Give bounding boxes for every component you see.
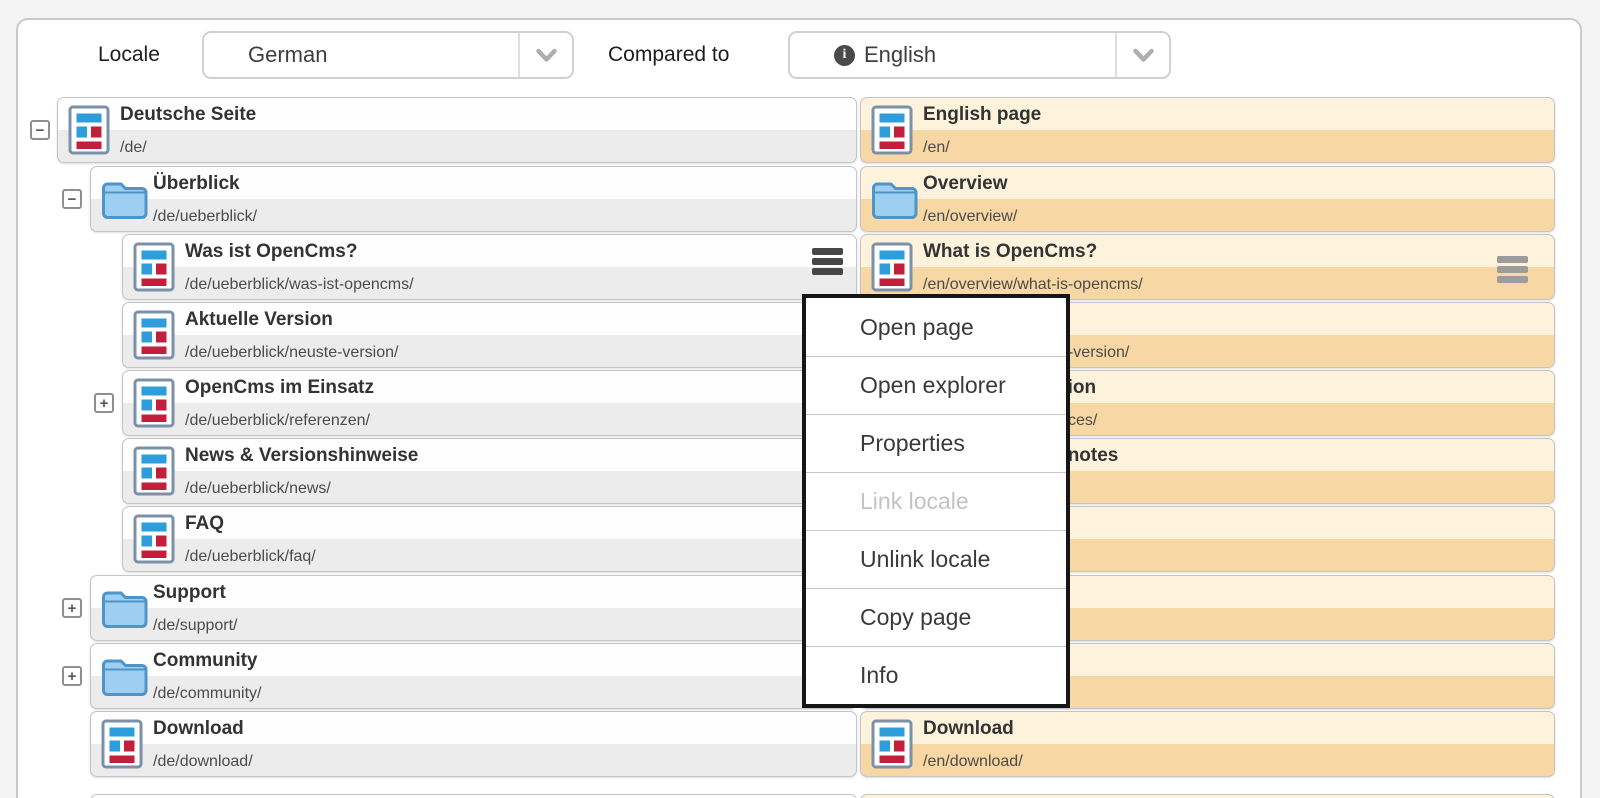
tree-row: + Support /de/support/ Support /en/suppo… [18, 575, 1580, 641]
menu-item-link-locale: Link locale [806, 472, 1066, 530]
page-path: /de/community/ [153, 677, 808, 708]
tree-row: Aktuelle Version /de/ueberblick/neuste-v… [18, 302, 1580, 368]
page-path: /de/ueberblick/neuste-version/ [185, 336, 808, 367]
locale-page-card-left[interactable]: Deutsche Seite /de/ [57, 97, 857, 163]
locale-page-card-left[interactable]: Support /de/support/ [90, 575, 857, 641]
locale-page-card-left[interactable]: Was ist OpenCms? /de/ueberblick/was-ist-… [122, 234, 857, 300]
tree-row: + Community /de/community/ Community /en… [18, 643, 1580, 709]
locale-page-card-left[interactable] [90, 794, 857, 798]
page-path: /en/download/ [923, 745, 1506, 776]
page-title: What is OpenCms? [923, 235, 1506, 268]
expander-minus-toggle[interactable]: − [30, 120, 50, 140]
menu-item-properties[interactable]: Properties [806, 414, 1066, 472]
tree-row: − Deutsche Seite /de/ English page /en/ [18, 97, 1580, 163]
page-path: /de/support/ [153, 609, 808, 640]
menu-item-info[interactable]: Info [806, 646, 1066, 704]
containerpage-icon [133, 378, 175, 428]
page-title: News & Versionshinweise [185, 439, 808, 472]
page-title: Was ist OpenCms? [185, 235, 808, 268]
locale-page-card-right[interactable]: Overview /en/overview/ [860, 166, 1555, 232]
folder-icon [101, 588, 148, 628]
hamburger-menu-icon[interactable] [1497, 256, 1528, 283]
locale-page-card-left[interactable]: News & Versionshinweise /de/ueberblick/n… [122, 438, 857, 504]
locale-page-card-right[interactable]: English page /en/ [860, 97, 1555, 163]
expander-plus-toggle[interactable]: + [94, 393, 114, 413]
containerpage-icon [101, 719, 143, 769]
page-path: /de/ueberblick/referenzen/ [185, 404, 808, 435]
locale-page-card-right[interactable]: Download /en/download/ [860, 711, 1555, 777]
tree-row: FAQ /de/ueberblick/faq/ FAQ /en/overview… [18, 506, 1580, 572]
page-path: /en/ [923, 131, 1506, 162]
containerpage-icon [871, 242, 913, 292]
containerpage-icon [871, 105, 913, 155]
page-title: Aktuelle Version [185, 303, 808, 336]
menu-item-unlink-locale[interactable]: Unlink locale [806, 530, 1066, 588]
menu-item-open-page[interactable]: Open page [806, 298, 1066, 356]
page-title: OpenCms im Einsatz [185, 371, 808, 404]
menu-item-copy-page[interactable]: Copy page [806, 588, 1066, 646]
menu-item-open-explorer[interactable]: Open explorer [806, 356, 1066, 414]
page-path: /de/ueberblick/ [153, 200, 808, 231]
page-title: Community [153, 644, 808, 677]
containerpage-icon [871, 719, 913, 769]
expander-plus-toggle[interactable]: + [62, 598, 82, 618]
locale-page-card-left[interactable]: OpenCms im Einsatz /de/ueberblick/refere… [122, 370, 857, 436]
locale-page-card-left[interactable]: FAQ /de/ueberblick/faq/ [122, 506, 857, 572]
tree-row: Was ist OpenCms? /de/ueberblick/was-ist-… [18, 234, 1580, 300]
tree-row [18, 794, 1580, 798]
page-title: FAQ [185, 507, 808, 540]
folder-icon [101, 179, 148, 219]
page-path: /de/ueberblick/faq/ [185, 540, 808, 571]
folder-icon [101, 656, 148, 696]
page-title: Download [923, 712, 1506, 745]
page-title: Deutsche Seite [120, 98, 808, 131]
hamburger-menu-icon[interactable] [812, 248, 843, 275]
locale-page-card-left[interactable]: Überblick /de/ueberblick/ [90, 166, 857, 232]
sitemap-tree: − Deutsche Seite /de/ English page /en/ … [18, 20, 1580, 798]
page-path: /en/overview/ [923, 200, 1506, 231]
locale-comparison-panel: Locale German Compared to i English − De… [16, 18, 1582, 798]
page-title: Overview [923, 167, 1506, 200]
page-path: /de/ueberblick/news/ [185, 472, 808, 503]
page-path: /de/ [120, 131, 808, 162]
locale-page-card-left[interactable]: Community /de/community/ [90, 643, 857, 709]
locale-page-card-right[interactable]: What is OpenCms? /en/overview/what-is-op… [860, 234, 1555, 300]
expander-minus-toggle[interactable]: − [62, 189, 82, 209]
context-menu: Open pageOpen explorerPropertiesLink loc… [802, 294, 1070, 708]
folder-icon [871, 179, 918, 219]
expander-plus-toggle[interactable]: + [62, 666, 82, 686]
containerpage-icon [133, 242, 175, 292]
locale-page-card-left[interactable]: Aktuelle Version /de/ueberblick/neuste-v… [122, 302, 857, 368]
page-path: /de/ueberblick/was-ist-opencms/ [185, 268, 808, 299]
page-title: Download [153, 712, 808, 745]
tree-row: + OpenCms im Einsatz /de/ueberblick/refe… [18, 370, 1580, 436]
page-title: English page [923, 98, 1506, 131]
locale-page-card-left[interactable]: Download /de/download/ [90, 711, 857, 777]
containerpage-icon [133, 514, 175, 564]
tree-row: − Überblick /de/ueberblick/ Overview /en… [18, 166, 1580, 232]
containerpage-icon [133, 446, 175, 496]
locale-page-card-right[interactable] [860, 794, 1555, 798]
tree-row: News & Versionshinweise /de/ueberblick/n… [18, 438, 1580, 504]
page-path: /de/download/ [153, 745, 808, 776]
containerpage-icon [133, 310, 175, 360]
tree-row: Download /de/download/ Download /en/down… [18, 711, 1580, 777]
containerpage-icon [68, 105, 110, 155]
page-title: Support [153, 576, 808, 609]
page-title: Überblick [153, 167, 808, 200]
